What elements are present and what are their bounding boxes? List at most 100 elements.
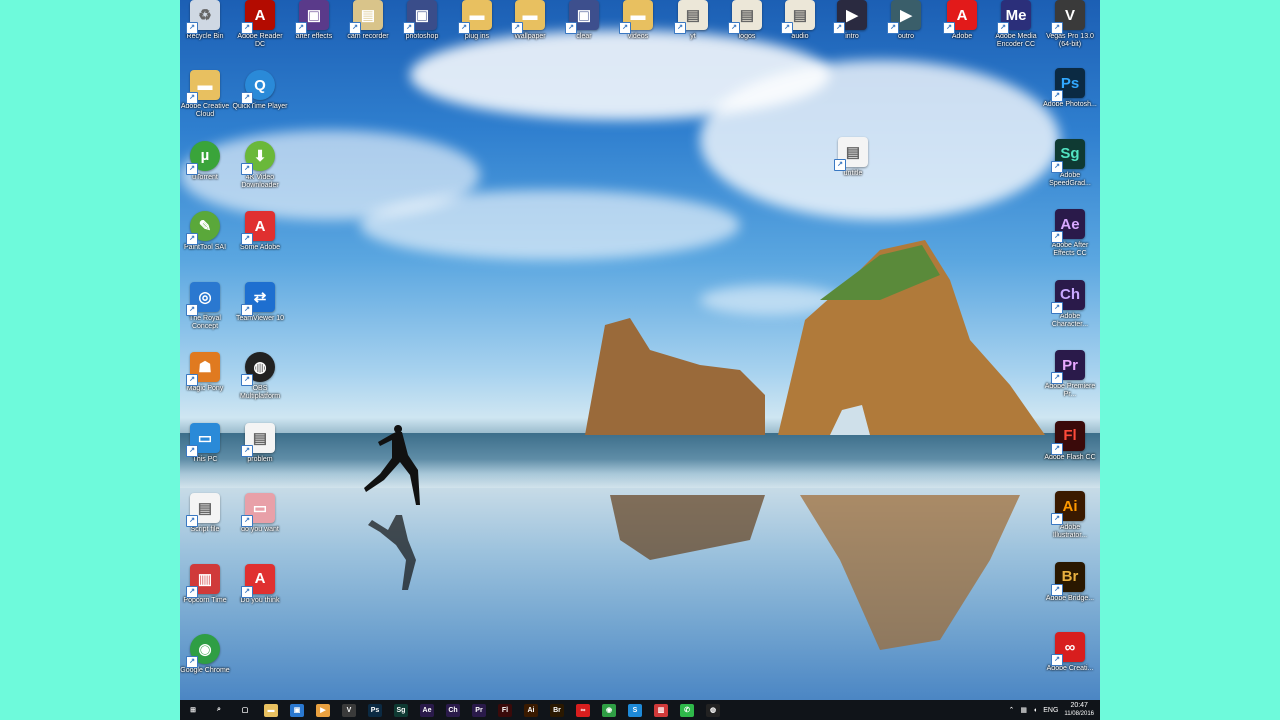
vegas-taskbar-icon[interactable]: V: [336, 700, 362, 720]
illustrator-taskbar-icon[interactable]: Ai: [518, 700, 544, 720]
desktop-icon[interactable]: ▤ ↗ cam recorder: [340, 0, 396, 68]
desktop-icon[interactable]: ▣ ↗ photoshop: [394, 0, 450, 68]
shortcut-arrow-icon: ↗: [186, 162, 198, 175]
flash-taskbar-icon[interactable]: Fl: [492, 700, 518, 720]
desktop-icon[interactable]: ▣ ↗ after effects: [286, 0, 342, 68]
task-view-icon[interactable]: ▢: [232, 700, 258, 720]
speedgrade-taskbar-icon-glyph: Sg: [394, 703, 408, 717]
desktop-icon[interactable]: ∞ ↗ Adobe Creati...: [1042, 632, 1098, 700]
network-icon[interactable]: ▦: [1020, 706, 1027, 714]
folder-icon: ▬ ↗: [511, 0, 545, 34]
desktop-icon[interactable]: ▤ ↗ audio: [772, 0, 828, 68]
bridge-taskbar-icon[interactable]: Br: [544, 700, 570, 720]
desktop-icon[interactable]: V ↗ Vegas Pro 13.0 (64-bit): [1042, 0, 1098, 68]
desktop-icon[interactable]: ▬ ↗ plug ins: [449, 0, 505, 68]
desktop-icon[interactable]: ▬ ↗ Wallpaper: [502, 0, 558, 68]
desktop-icon-label: plug ins: [464, 33, 490, 40]
search-icon-glyph: ⌕: [217, 706, 221, 713]
desktop-icon[interactable]: Me ↗ Adobe Media Encoder CC: [988, 0, 1044, 68]
shortcut-arrow-icon: ↗: [186, 22, 198, 34]
desktop-icon[interactable]: ▤ ↗ yt: [665, 0, 721, 68]
desktop-icon[interactable]: A ↗ Do you think: [232, 563, 288, 632]
store-icon[interactable]: ▣: [284, 700, 310, 720]
desktop-icon[interactable]: ◍ ↗ OBS Multiplatform: [232, 352, 288, 420]
desktop-icon[interactable]: ▤ ↗ logos: [719, 0, 775, 68]
character-animator-taskbar-icon[interactable]: Ch: [440, 700, 466, 720]
skype-taskbar-icon[interactable]: S: [622, 700, 648, 720]
icon-glyph: ▭: [252, 500, 268, 517]
creative-cloud-taskbar-icon[interactable]: ∞: [570, 700, 596, 720]
chevron-up-icon[interactable]: ⌃: [1009, 706, 1015, 714]
whatsapp-taskbar-icon-glyph: ✆: [680, 703, 694, 717]
desktop-icon-label: 4K Video Downloader: [241, 173, 279, 189]
image-icon: ▭ ↗: [241, 493, 275, 527]
desktop-icon[interactable]: ▶ ↗ intro: [824, 0, 880, 68]
desktop-icon[interactable]: ◎ ↗ The Royal Concept: [180, 281, 233, 350]
desktop-icon[interactable]: ▤ ↗ untitle: [825, 137, 881, 205]
photoshop-taskbar-icon[interactable]: Ps: [362, 700, 388, 720]
desktop-icon[interactable]: Br ↗ Adobe Bridge...: [1042, 561, 1098, 630]
desktop-icon[interactable]: Q ↗ QuickTime Player: [232, 70, 288, 138]
speedgrade-icon: Sg ↗: [1051, 138, 1085, 173]
desktop-icon[interactable]: Ai ↗ Adobe Illustrator...: [1042, 491, 1098, 559]
media-icon[interactable]: ▶: [310, 700, 336, 720]
start-button-glyph: ⊞: [190, 707, 196, 714]
desktop-icon[interactable]: ♻ ↗ Recycle Bin: [180, 0, 233, 68]
desktop-icon[interactable]: ✎ ↗ PaintTool SAI: [180, 211, 233, 279]
desktop-icon[interactable]: ▥ ↗ Popcorn Time: [180, 563, 233, 632]
shortcut-arrow-icon: ↗: [186, 374, 198, 386]
volume-icon[interactable]: ◖: [1033, 707, 1037, 714]
desktop[interactable]: ♻ ↗ Recycle Bin A ↗ Adobe Reader DC ▣ ↗ after ef…: [180, 0, 1100, 720]
file-explorer-icon[interactable]: ▬: [258, 700, 284, 720]
speedgrade-taskbar-icon[interactable]: Sg: [388, 700, 414, 720]
desktop-icon-label: Script file: [190, 526, 220, 533]
desktop-icon[interactable]: ▣ ↗ clear: [556, 0, 612, 68]
desktop-icon[interactable]: ▭ ↗ do you want: [232, 493, 288, 561]
icon-glyph: µ: [200, 147, 210, 164]
desktop-icon[interactable]: Ch ↗ Adobe Character...: [1042, 279, 1098, 348]
whatsapp-taskbar-icon[interactable]: ✆: [674, 700, 700, 720]
desktop-icon-label: logos: [738, 33, 756, 40]
desktop-icon[interactable]: µ ↗ uTorrent: [180, 140, 233, 209]
desktop-icon[interactable]: ▤ ↗ problem: [232, 422, 288, 491]
desktop-icon[interactable]: Ps ↗ Adobe Photosh...: [1042, 68, 1098, 136]
desktop-icon[interactable]: ▬ ↗ videos: [610, 0, 666, 68]
after-effects-taskbar-icon-glyph: Ae: [420, 703, 434, 717]
obs-taskbar-icon[interactable]: ◍: [700, 700, 726, 720]
desktop-icon[interactable]: ⬇ ↗ 4K Video Downloader: [232, 140, 288, 209]
creative-cloud-icon: ∞ ↗: [1051, 632, 1085, 666]
icon-glyph: ⬇: [253, 147, 267, 165]
chrome-taskbar-icon[interactable]: ◉: [596, 700, 622, 720]
desktop-icon[interactable]: A ↗ Some Adobe: [232, 211, 288, 279]
desktop-icon[interactable]: A ↗ Adobe: [934, 0, 990, 68]
search-icon[interactable]: ⌕: [206, 700, 232, 720]
desktop-icon[interactable]: Sg ↗ Adobe SpeedGrad...: [1042, 138, 1098, 207]
icon-glyph: Q: [254, 76, 266, 94]
desktop-icon-label: Adobe SpeedGrad...: [1049, 171, 1091, 187]
desktop-icon[interactable]: ▬ ↗ Adobe Creative Cloud: [180, 70, 233, 138]
desktop-icon[interactable]: ▤ ↗ Script file: [180, 493, 233, 561]
desktop-icon[interactable]: Ae ↗ Adobe After Effects CC: [1042, 209, 1098, 277]
language-indicator[interactable]: ENG: [1043, 707, 1058, 714]
desktop-icon[interactable]: ▶ ↗ outro: [878, 0, 934, 68]
desktop-icon[interactable]: ◉ ↗ Google Chrome: [180, 634, 233, 702]
icon-glyph: ▣: [414, 7, 430, 24]
desktop-icon[interactable]: ☗ ↗ Magic Pony: [180, 352, 233, 420]
desktop-icon[interactable]: ▭ ↗ This PC: [180, 422, 233, 491]
desktop-icon[interactable]: ⇄ ↗ TeamViewer 10: [232, 281, 288, 350]
shortcut-arrow-icon: ↗: [186, 444, 198, 457]
clock[interactable]: 20:47 11/08/2016: [1064, 702, 1094, 718]
desktop-icon[interactable]: A ↗ Adobe Reader DC: [232, 0, 288, 68]
desktop-icon[interactable]: Pr ↗ Adobe Premiere Pr...: [1042, 350, 1098, 418]
media-icon-glyph: ▶: [316, 703, 330, 717]
popcorn-taskbar-icon[interactable]: ▥: [648, 700, 674, 720]
shortcut-arrow-icon: ↗: [241, 162, 253, 175]
after-effects-taskbar-icon[interactable]: Ae: [414, 700, 440, 720]
desktop-icon-label: Do you think: [240, 596, 280, 604]
desktop-icon-label: The Royal Concept: [189, 314, 221, 330]
photoshop-icon: Ps ↗: [1051, 68, 1085, 102]
paint-icon: ✎ ↗: [186, 211, 220, 245]
start-button[interactable]: ⊞: [180, 700, 206, 720]
premiere-taskbar-icon[interactable]: Pr: [466, 700, 492, 720]
desktop-icon[interactable]: Fl ↗ Adobe Flash CC: [1042, 420, 1098, 489]
